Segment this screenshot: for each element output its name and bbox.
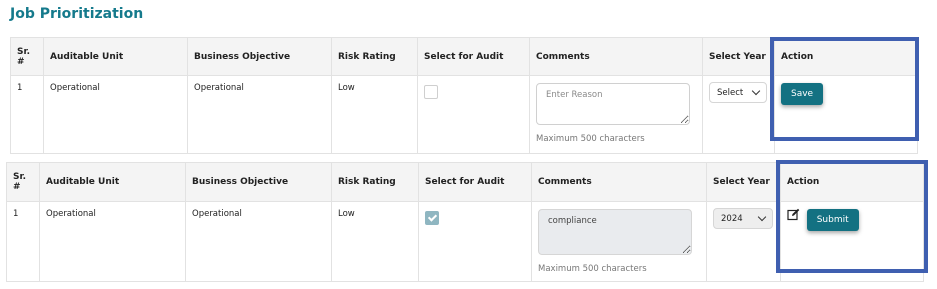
col-header-select-year: Select Year [706, 162, 781, 202]
action-highlight-box-2 [776, 160, 928, 273]
cell-sr: 1 [10, 75, 44, 154]
cell-sr: 1 [6, 201, 40, 282]
cell-select-year: 2024 [706, 201, 781, 282]
chevron-down-icon [757, 212, 767, 222]
col-header-risk-rating: Risk Rating [331, 162, 419, 202]
year-select-value: Select [717, 87, 744, 98]
cell-auditable-unit: Operational [39, 201, 186, 282]
action-highlight-box-1 [770, 37, 919, 141]
cell-risk-rating: Low [331, 75, 418, 154]
cell-select-year: Select [702, 75, 775, 154]
col-header-comments: Comments [531, 162, 707, 202]
cell-auditable-unit: Operational [43, 75, 188, 154]
comment-hint: Maximum 500 characters [538, 264, 647, 274]
select-for-audit-checkbox[interactable] [424, 85, 438, 99]
col-header-business-objective: Business Objective [187, 37, 332, 76]
comment-textarea[interactable] [536, 83, 690, 125]
year-select[interactable]: Select [709, 82, 767, 103]
comment-textarea[interactable] [538, 209, 692, 255]
cell-business-objective: Operational [187, 75, 332, 154]
comment-hint: Maximum 500 characters [536, 134, 645, 144]
col-header-business-objective: Business Objective [185, 162, 332, 202]
col-header-sr: Sr. # [6, 162, 40, 202]
cell-risk-rating: Low [331, 201, 419, 282]
cell-select-for-audit [418, 201, 532, 282]
cell-comments: Maximum 500 characters [529, 75, 703, 154]
col-header-auditable-unit: Auditable Unit [43, 37, 188, 76]
col-header-risk-rating: Risk Rating [331, 37, 418, 76]
col-header-sr: Sr. # [10, 37, 44, 76]
col-header-select-year: Select Year [702, 37, 775, 76]
select-for-audit-checkbox-checked[interactable] [425, 211, 439, 225]
year-select[interactable]: 2024 [713, 208, 773, 229]
col-header-comments: Comments [529, 37, 703, 76]
chevron-down-icon [751, 86, 761, 96]
cell-comments: Maximum 500 characters [531, 201, 707, 282]
page-title: Job Prioritization [10, 6, 144, 22]
col-header-select-for-audit: Select for Audit [418, 162, 532, 202]
cell-business-objective: Operational [185, 201, 332, 282]
cell-select-for-audit [417, 75, 530, 154]
col-header-select-for-audit: Select for Audit [417, 37, 530, 76]
col-header-auditable-unit: Auditable Unit [39, 162, 186, 202]
year-select-value: 2024 [721, 213, 743, 224]
